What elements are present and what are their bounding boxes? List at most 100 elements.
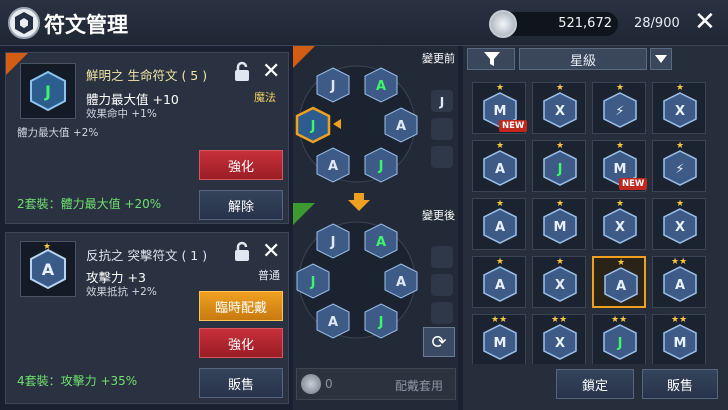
remove-x-icon[interactable]: ✕ bbox=[262, 241, 280, 263]
star-rating: ★ bbox=[676, 141, 685, 151]
rune-thumbnail: A ★ bbox=[20, 241, 76, 297]
rune-cell[interactable]: X ★ bbox=[652, 198, 706, 250]
rune-cell[interactable]: ⚡ ★ bbox=[592, 82, 646, 134]
star-rating: ★ bbox=[676, 199, 685, 209]
enhance-button[interactable]: 強化 bbox=[199, 150, 283, 180]
coin-icon bbox=[301, 374, 321, 394]
star-rating: ★ bbox=[617, 258, 626, 268]
coin-icon bbox=[489, 10, 517, 38]
star-rating: ★ bbox=[616, 199, 625, 209]
lock-icon[interactable] bbox=[232, 241, 252, 263]
star-rating: ★ bbox=[496, 83, 505, 93]
rune-cell[interactable]: J ★ bbox=[532, 140, 586, 192]
remove-x-icon[interactable]: ✕ bbox=[262, 61, 280, 83]
svg-text:J: J bbox=[617, 336, 623, 351]
star-rating: ★ bbox=[556, 257, 565, 267]
star-rating: ★★ bbox=[491, 315, 508, 325]
svg-text:A: A bbox=[396, 275, 406, 290]
selected-rune-card: A ★ 反抗之 突擊符文 ( 1 ) ✕ 攻擊力 +3 效果抵抗 +2% 普通 … bbox=[5, 232, 289, 404]
filter-button[interactable] bbox=[467, 48, 515, 70]
svg-text:A: A bbox=[616, 279, 626, 294]
rune-cell[interactable]: A ★ bbox=[472, 198, 526, 250]
reset-icon[interactable]: ⟳ bbox=[423, 327, 455, 357]
rune-icon: M bbox=[543, 208, 577, 244]
temp-equip-button[interactable]: 臨時配戴 bbox=[199, 291, 283, 321]
close-icon[interactable]: ✕ bbox=[694, 9, 716, 35]
rune-cell[interactable]: M ★ NEW bbox=[472, 82, 528, 134]
rune-icon: X bbox=[603, 208, 637, 244]
sub-stat: 效果抵抗 +2% bbox=[86, 286, 157, 298]
lock-button[interactable]: 鎖定 bbox=[556, 369, 634, 399]
rune-cell[interactable]: A ★ bbox=[472, 256, 526, 308]
rune-life-icon: J bbox=[30, 70, 66, 112]
svg-text:J: J bbox=[330, 79, 336, 94]
rune-cell[interactable]: M ★ bbox=[532, 198, 586, 250]
set-bonus: 2套裝：體力最大值 +20% bbox=[17, 197, 162, 211]
star-rating: ★★ bbox=[611, 315, 628, 325]
sell-button[interactable]: 販售 bbox=[642, 369, 718, 399]
star-rating: ★ bbox=[556, 141, 565, 151]
star-rating: ★ bbox=[676, 83, 685, 93]
rune-icon: X bbox=[663, 92, 697, 128]
rune-icon: X bbox=[543, 92, 577, 128]
rune-type: 魔法 bbox=[254, 91, 276, 104]
rune-menu-icon bbox=[8, 7, 40, 39]
rune-thumbnail: J bbox=[20, 63, 76, 119]
page-title: 符文管理 bbox=[44, 13, 128, 37]
svg-text:M: M bbox=[614, 162, 627, 177]
rune-icon: M bbox=[663, 324, 697, 360]
svg-text:⚡: ⚡ bbox=[615, 104, 624, 119]
rune-icon: X bbox=[543, 266, 577, 302]
rune-cell[interactable]: X ★★ bbox=[532, 314, 586, 364]
rune-cell[interactable]: X ★ bbox=[532, 82, 586, 134]
new-badge: NEW bbox=[619, 178, 648, 190]
svg-text:J: J bbox=[378, 315, 384, 330]
rune-icon: A bbox=[483, 266, 517, 302]
svg-text:X: X bbox=[555, 104, 565, 119]
svg-text:M: M bbox=[494, 104, 507, 119]
svg-text:X: X bbox=[555, 278, 565, 293]
rune-icon: A bbox=[604, 267, 638, 303]
rune-wheel-before: J A J A A J J bbox=[295, 65, 453, 183]
rune-cell[interactable]: X ★ bbox=[532, 256, 586, 308]
rune-cell[interactable]: A ★ bbox=[592, 256, 646, 308]
rune-name: 反抗之 突擊符文 ( 1 ) bbox=[86, 248, 208, 263]
rune-attack-icon: A bbox=[30, 248, 66, 290]
star-rating: ★ bbox=[556, 83, 565, 93]
sort-dropdown[interactable]: 星級 bbox=[519, 48, 647, 70]
chevron-down-icon[interactable] bbox=[650, 48, 672, 70]
set-bonus: 4套裝：攻擊力 +35% bbox=[17, 374, 138, 388]
svg-text:A: A bbox=[328, 315, 338, 330]
sub-stat: 效果命中 +1% bbox=[86, 108, 157, 120]
svg-text:X: X bbox=[675, 220, 685, 235]
svg-text:A: A bbox=[396, 119, 406, 134]
rune-cell[interactable]: J ★★ bbox=[592, 314, 646, 364]
rune-cell[interactable]: A ★ bbox=[472, 140, 526, 192]
svg-text:A: A bbox=[328, 159, 338, 174]
rune-cell[interactable]: A ★★ bbox=[652, 256, 706, 308]
svg-text:A: A bbox=[495, 162, 505, 177]
svg-text:M: M bbox=[674, 336, 687, 351]
rune-cell[interactable]: X ★ bbox=[652, 82, 706, 134]
rune-cell[interactable]: M ★ NEW bbox=[592, 140, 648, 192]
enhance-button[interactable]: 強化 bbox=[199, 328, 283, 358]
rune-cell[interactable]: ⚡ ★ bbox=[652, 140, 706, 192]
rune-cell[interactable]: M ★★ bbox=[472, 314, 526, 364]
extra-stat: 體力最大值 +2% bbox=[17, 127, 99, 139]
apply-set-button[interactable]: 0 配戴套用 bbox=[296, 368, 456, 400]
rune-cell[interactable]: M ★★ bbox=[652, 314, 706, 364]
new-badge: NEW bbox=[499, 120, 528, 132]
apply-cost: 0 bbox=[325, 377, 333, 391]
svg-text:X: X bbox=[615, 220, 625, 235]
svg-text:X: X bbox=[675, 104, 685, 119]
star-rating: ★★ bbox=[551, 315, 568, 325]
unequip-button[interactable]: 解除 bbox=[199, 190, 283, 220]
rune-icon: ⚡ bbox=[663, 150, 697, 186]
star-rating: ★ bbox=[616, 141, 625, 151]
lock-icon[interactable] bbox=[232, 61, 252, 83]
rune-icon: A bbox=[483, 208, 517, 244]
rune-cell[interactable]: X ★ bbox=[592, 198, 646, 250]
star-rating: ★ bbox=[496, 199, 505, 209]
rune-icon: A bbox=[483, 150, 517, 186]
sell-button[interactable]: 販售 bbox=[199, 368, 283, 398]
